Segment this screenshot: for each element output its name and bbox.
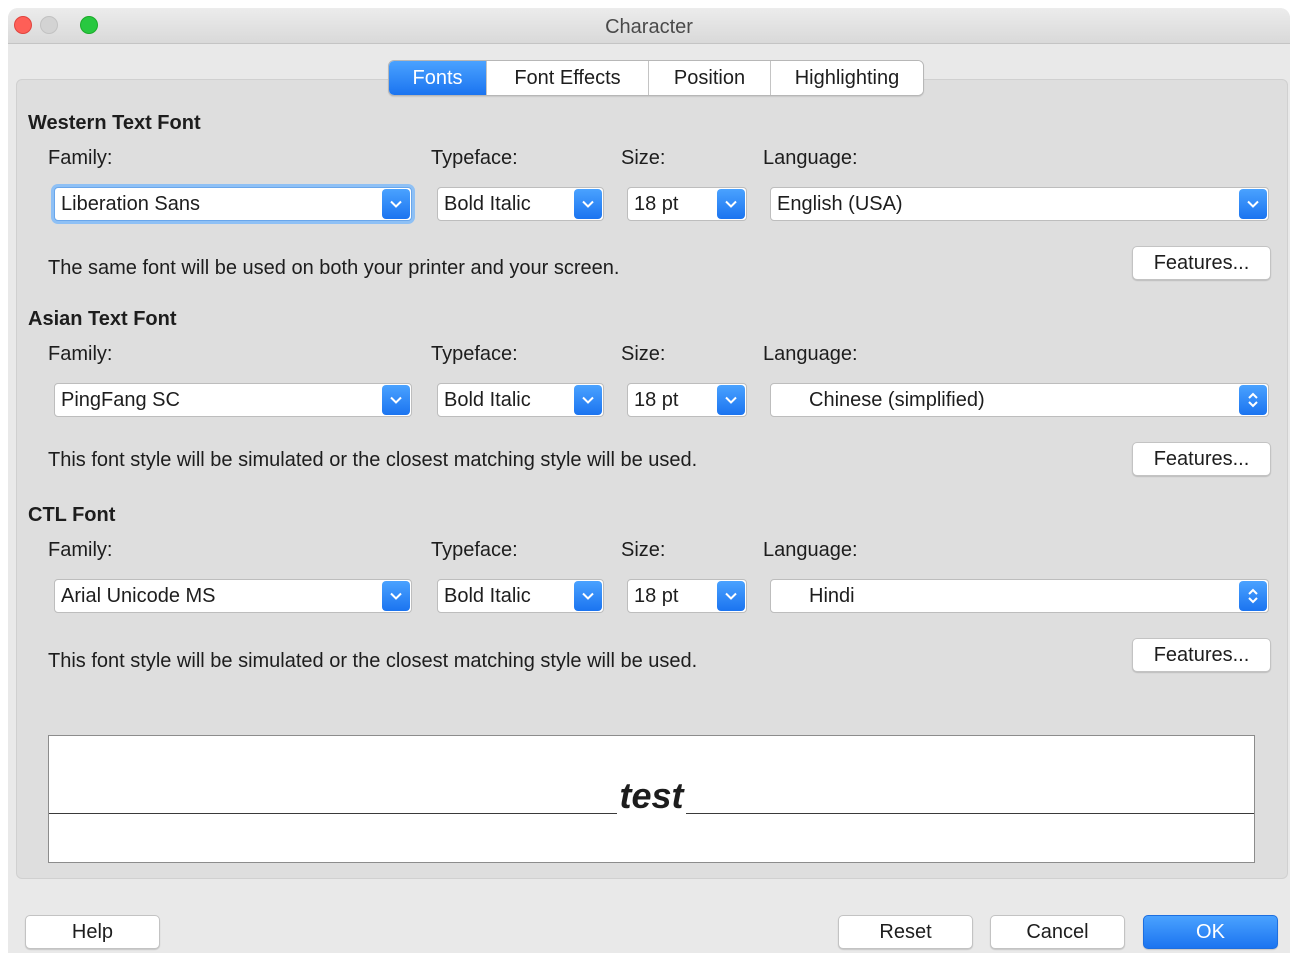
chevron-down-icon[interactable]	[574, 385, 602, 415]
western-typeface-combo[interactable]: Bold Italic	[437, 187, 604, 221]
ctl-typeface-value: Bold Italic	[444, 584, 531, 607]
asian-typeface-label: Typeface:	[431, 343, 518, 365]
asian-typeface-combo[interactable]: Bold Italic	[437, 383, 604, 417]
ctl-language-label: Language:	[763, 539, 858, 561]
ctl-size-combo[interactable]: 18 pt	[627, 579, 747, 613]
up-down-arrows-icon[interactable]	[1239, 385, 1267, 415]
reset-button[interactable]: Reset	[838, 915, 973, 949]
ok-button[interactable]: OK	[1143, 915, 1278, 949]
western-section-title: Western Text Font	[28, 112, 201, 134]
character-dialog: Character Fonts Font Effects Position Hi…	[8, 8, 1290, 953]
western-language-value: English (USA)	[777, 192, 903, 215]
chevron-down-icon[interactable]	[382, 581, 410, 611]
preview-sample-text: test	[617, 775, 686, 816]
asian-section-title: Asian Text Font	[28, 308, 177, 330]
western-size-label: Size:	[621, 147, 666, 169]
help-button[interactable]: Help	[25, 915, 160, 949]
ctl-family-value: Arial Unicode MS	[61, 584, 216, 607]
western-family-label: Family:	[48, 147, 113, 169]
chevron-down-icon[interactable]	[717, 385, 745, 415]
chevron-down-icon[interactable]	[574, 581, 602, 611]
western-family-combo[interactable]: Liberation Sans	[54, 187, 412, 221]
western-language-label: Language:	[763, 147, 858, 169]
western-size-value: 18 pt	[634, 192, 679, 215]
asian-family-value: PingFang SC	[61, 388, 180, 411]
asian-language-label: Language:	[763, 343, 858, 365]
western-info-text: The same font will be used on both your …	[48, 257, 620, 279]
ctl-features-button[interactable]: Features...	[1132, 638, 1271, 672]
asian-family-combo[interactable]: PingFang SC	[54, 383, 412, 417]
ctl-size-label: Size:	[621, 539, 666, 561]
asian-typeface-value: Bold Italic	[444, 388, 531, 411]
asian-size-label: Size:	[621, 343, 666, 365]
chevron-down-icon[interactable]	[382, 189, 410, 219]
title-bar: Character	[8, 8, 1290, 44]
ctl-language-value: Hindi	[809, 584, 855, 607]
asian-features-button[interactable]: Features...	[1132, 442, 1271, 476]
ctl-typeface-label: Typeface:	[431, 539, 518, 561]
asian-size-value: 18 pt	[634, 388, 679, 411]
window-title: Character	[605, 16, 693, 38]
ctl-family-label: Family:	[48, 539, 113, 561]
ctl-typeface-combo[interactable]: Bold Italic	[437, 579, 604, 613]
tab-bar: Fonts Font Effects Position Highlighting	[388, 60, 924, 96]
ctl-section-title: CTL Font	[28, 504, 116, 526]
tab-highlighting[interactable]: Highlighting	[771, 61, 923, 95]
ctl-size-value: 18 pt	[634, 584, 679, 607]
chevron-down-icon[interactable]	[382, 385, 410, 415]
chevron-down-icon[interactable]	[1239, 189, 1267, 219]
asian-language-value: Chinese (simplified)	[809, 388, 985, 411]
western-size-combo[interactable]: 18 pt	[627, 187, 747, 221]
western-family-value: Liberation Sans	[61, 192, 200, 215]
chevron-down-icon[interactable]	[717, 189, 745, 219]
western-features-button[interactable]: Features...	[1132, 246, 1271, 280]
up-down-arrows-icon[interactable]	[1239, 581, 1267, 611]
asian-info-text: This font style will be simulated or the…	[48, 449, 698, 471]
ctl-language-select[interactable]: Hindi	[770, 579, 1269, 613]
tab-fonts[interactable]: Fonts	[389, 61, 487, 95]
preview-sample: test	[49, 775, 1254, 816]
ctl-family-combo[interactable]: Arial Unicode MS	[54, 579, 412, 613]
asian-family-label: Family:	[48, 343, 113, 365]
chevron-down-icon[interactable]	[717, 581, 745, 611]
asian-language-select[interactable]: Chinese (simplified)	[770, 383, 1269, 417]
western-language-combo[interactable]: English (USA)	[770, 187, 1269, 221]
tab-position[interactable]: Position	[649, 61, 771, 95]
tab-font-effects[interactable]: Font Effects	[487, 61, 649, 95]
font-preview: test	[48, 735, 1255, 863]
asian-size-combo[interactable]: 18 pt	[627, 383, 747, 417]
western-typeface-value: Bold Italic	[444, 192, 531, 215]
cancel-button[interactable]: Cancel	[990, 915, 1125, 949]
western-typeface-label: Typeface:	[431, 147, 518, 169]
chevron-down-icon[interactable]	[574, 189, 602, 219]
ctl-info-text: This font style will be simulated or the…	[48, 650, 698, 672]
